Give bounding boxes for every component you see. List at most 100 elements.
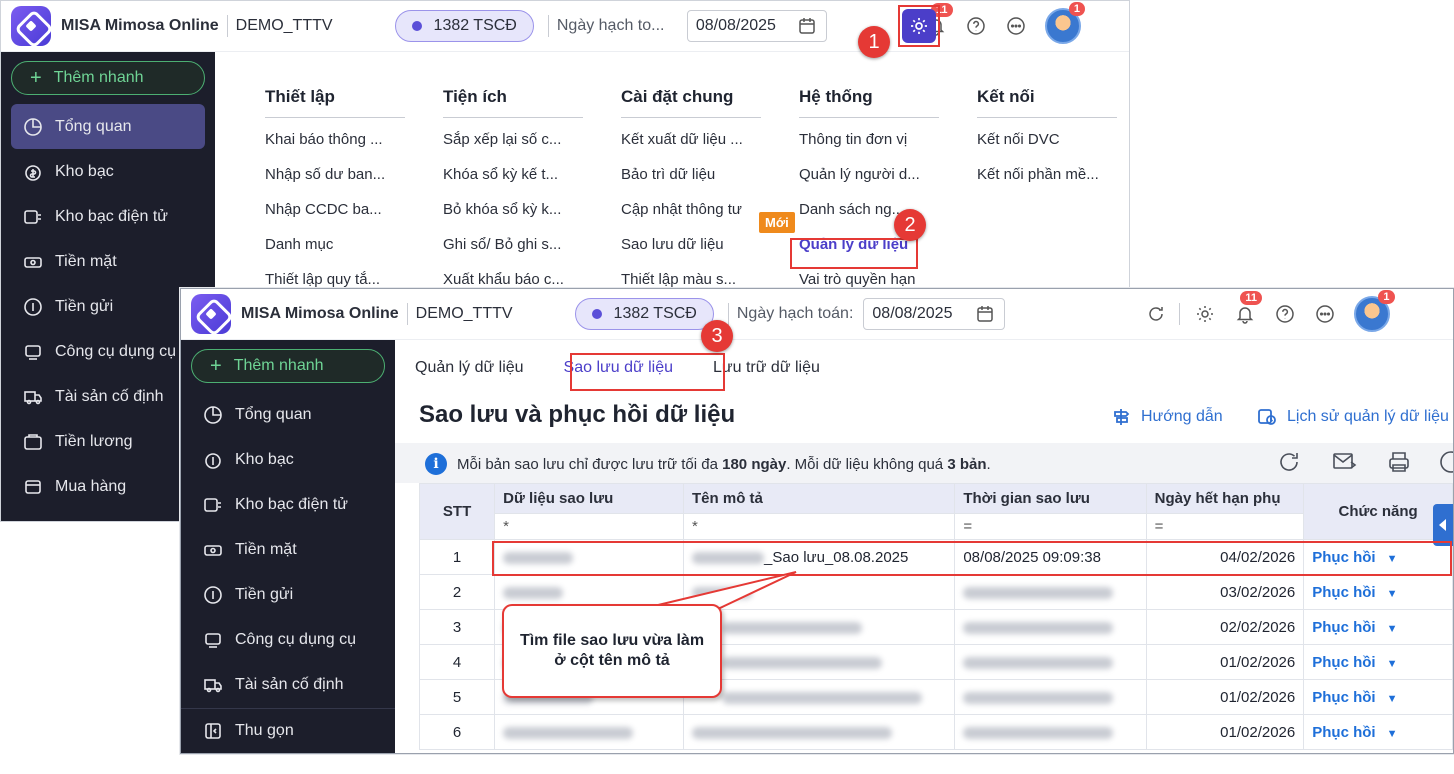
row-description (683, 679, 956, 715)
menu-item[interactable]: Kết nối phần mề... (977, 157, 1117, 192)
email-icon[interactable] (1331, 448, 1359, 476)
new-badge: Mới (759, 212, 795, 233)
menu-item[interactable]: Quản lý người d... (799, 157, 939, 192)
sidebar-item-label: Tài sản cố định (55, 387, 164, 405)
menu-item[interactable]: Khóa sổ kỳ kế t... (443, 157, 583, 192)
row-action[interactable]: Phục hồi (1303, 644, 1453, 680)
misa-logo-icon[interactable] (191, 294, 231, 334)
asset-pill[interactable]: 1382 TSCĐ (574, 298, 714, 330)
history-label: Lịch sử quản lý dữ liệu (1287, 408, 1449, 425)
row-backup-time (954, 714, 1147, 750)
history-link[interactable]: Lịch sử quản lý dữ liệu (1257, 407, 1449, 427)
refresh-icon[interactable] (1145, 303, 1167, 325)
filter-cell[interactable]: = (954, 513, 1147, 540)
sidebar-item-e-treasury[interactable]: Kho bạc điện tử (1, 194, 215, 239)
sidebar-item-fixed-assets[interactable]: Tài sản cố định (181, 662, 395, 707)
row-stt: 3 (418, 609, 496, 645)
help-icon[interactable] (965, 15, 987, 37)
column-header-backup-data[interactable]: Dữ liệu sao lưu (494, 483, 685, 514)
column-header-stt[interactable]: STT (418, 483, 496, 540)
quick-add-button[interactable]: + Thêm nhanh (11, 61, 205, 95)
calendar-icon[interactable] (796, 15, 818, 37)
column-header-label: Thời gian sao lưu (963, 490, 1090, 507)
quick-add-button[interactable]: + Thêm nhanh (191, 349, 385, 383)
notification-bell-icon[interactable]: 11 (1234, 291, 1263, 325)
menu-item[interactable]: Nhập số dư ban... (265, 157, 405, 192)
misa-logo-icon[interactable] (11, 6, 51, 46)
column-header-label: Dữ liệu sao lưu (503, 490, 614, 507)
filter-cell[interactable]: * (683, 513, 956, 540)
menu-item[interactable]: Khai báo thông ... (265, 122, 405, 157)
help-icon[interactable] (1274, 303, 1296, 325)
restore-button[interactable]: Phục hồi (1312, 584, 1397, 601)
sidebar-item-label: Kho bạc (235, 450, 294, 468)
restore-button[interactable]: Phục hồi (1312, 689, 1397, 706)
org-name[interactable]: DEMO_TTTV (416, 305, 513, 323)
column-header-backup-time[interactable]: Thời gian sao lưu (954, 483, 1147, 514)
tab-data-management[interactable]: Quản lý dữ liệu (395, 349, 544, 387)
row-action[interactable]: Phục hồi (1303, 609, 1453, 645)
filter-cell[interactable]: = (1145, 513, 1305, 540)
org-name[interactable]: DEMO_TTTV (236, 17, 333, 35)
row-stt: 2 (418, 574, 496, 610)
menu-item[interactable]: Danh mục (265, 227, 405, 262)
menu-item[interactable]: Cập nhật thông tư (621, 192, 761, 227)
guide-link[interactable]: Hướng dẫn (1111, 407, 1223, 427)
sidebar-item-cash[interactable]: Tiền mặt (181, 527, 395, 572)
menu-item[interactable]: Kết xuất dữ liệu ... (621, 122, 761, 157)
sidebar-item-treasury[interactable]: Kho bạc (181, 437, 395, 482)
column-panel-toggle-icon[interactable] (1433, 504, 1453, 546)
menu-item[interactable]: Bỏ khóa sổ kỳ k... (443, 192, 583, 227)
column-header-description[interactable]: Tên mô tả (683, 483, 956, 514)
print-icon[interactable] (1385, 448, 1413, 476)
restore-button[interactable]: Phục hồi (1312, 724, 1397, 741)
calendar-icon[interactable] (974, 303, 996, 325)
restore-button[interactable]: Phục hồi (1312, 619, 1397, 636)
menu-item[interactable]: Ghi sổ/ Bỏ ghi s... (443, 227, 583, 262)
menu-column-general: Cài đặt chung Kết xuất dữ liệu ... Bảo t… (621, 87, 761, 297)
table-row[interactable]: 6 01/02/2026 Phục hồi (418, 714, 1453, 750)
user-avatar[interactable]: 1 (1354, 290, 1395, 332)
row-action[interactable]: Phục hồi (1303, 714, 1453, 750)
plus-icon: + (210, 354, 222, 377)
sidebar-item-treasury[interactable]: Kho bạc (1, 149, 215, 194)
menu-item[interactable]: Sắp xếp lại số c... (443, 122, 583, 157)
menu-column-header: Kết nối (977, 87, 1117, 118)
restore-button[interactable]: Phục hồi (1312, 654, 1397, 671)
blurred-text (722, 691, 923, 704)
posting-date-field[interactable]: 08/08/2025 (863, 298, 1006, 330)
filter-cell[interactable]: * (494, 513, 685, 540)
sidebar-item-overview[interactable]: Tổng quan (11, 104, 205, 149)
more-icon[interactable] (1314, 303, 1336, 325)
asset-pill[interactable]: 1382 TSCĐ (394, 10, 534, 42)
row-action[interactable]: Phục hồi (1303, 679, 1453, 715)
row-expiry: 01/02/2026 (1145, 644, 1305, 680)
sidebar-item-cash[interactable]: Tiền mặt (1, 239, 215, 284)
collapse-sidebar-button[interactable]: Thu gọn (181, 708, 395, 753)
menu-item[interactable]: Kết nối DVC (977, 122, 1117, 157)
posting-date-field[interactable]: 08/08/2025 (686, 10, 827, 42)
guide-icon (1114, 409, 1130, 425)
menu-item[interactable]: Bảo trì dữ liệu (621, 157, 761, 192)
posting-date-value: 08/08/2025 (872, 305, 953, 322)
cart-icon (23, 477, 43, 497)
row-stt: 4 (418, 644, 496, 680)
sidebar-item-deposits[interactable]: Tiền gửi (181, 572, 395, 617)
column-header-expiry[interactable]: Ngày hết hạn phụ (1145, 483, 1305, 514)
row-action[interactable]: Phục hồi (1303, 574, 1453, 610)
options-icon[interactable] (1437, 448, 1453, 476)
settings-gear-icon[interactable] (909, 16, 929, 36)
row-expiry: 02/02/2026 (1145, 609, 1305, 645)
user-avatar[interactable]: 1 (1044, 2, 1085, 44)
menu-item[interactable]: Thông tin đơn vị (799, 122, 939, 157)
reload-icon[interactable] (1275, 448, 1303, 476)
column-header-actions[interactable]: Chức năng (1303, 483, 1453, 540)
menu-item[interactable]: Sao lưu dữ liệu (621, 227, 761, 262)
sidebar-item-overview[interactable]: Tổng quan (181, 392, 395, 437)
more-icon[interactable] (1005, 15, 1027, 37)
menu-item[interactable]: Nhập CCDC ba... (265, 192, 405, 227)
sidebar-item-e-treasury[interactable]: Kho bạc điện tử (181, 482, 395, 527)
settings-gear-icon[interactable] (1194, 303, 1216, 325)
guide-label: Hướng dẫn (1141, 408, 1223, 425)
sidebar-item-tools[interactable]: Công cụ dụng cụ (181, 617, 395, 662)
